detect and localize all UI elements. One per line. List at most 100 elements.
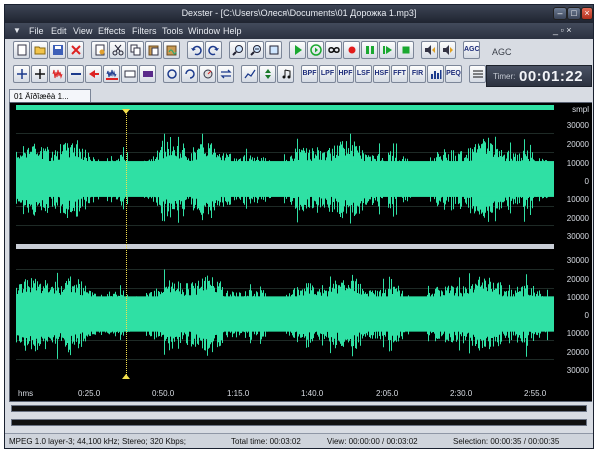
fx-6-button[interactable] <box>103 65 120 83</box>
menu-help[interactable]: Help <box>223 26 242 36</box>
fx-7-button[interactable] <box>121 65 138 83</box>
fx-15-button[interactable] <box>277 65 294 83</box>
play-button[interactable] <box>289 41 306 59</box>
copy-button[interactable] <box>127 41 144 59</box>
fx-9-button[interactable] <box>163 65 180 83</box>
loop-button[interactable] <box>325 41 342 59</box>
fx-13-button[interactable] <box>241 65 258 83</box>
fx-8-button[interactable] <box>139 65 156 83</box>
fir-button[interactable]: FIR <box>409 65 426 83</box>
channel-left[interactable] <box>16 115 554 243</box>
pause-button[interactable] <box>361 41 378 59</box>
record-button[interactable] <box>343 41 360 59</box>
fx-5-button[interactable] <box>85 65 102 83</box>
red-x-icon <box>71 45 81 55</box>
zoom-in-icon <box>232 45 243 56</box>
close-file-button[interactable] <box>67 41 84 59</box>
tick-l-4: 10000 <box>566 195 589 204</box>
stop-button[interactable] <box>397 41 414 59</box>
fx-16-button[interactable] <box>427 65 444 83</box>
vertical-zoom-track[interactable] <box>11 419 587 426</box>
cut-button[interactable] <box>109 41 126 59</box>
open-file-button[interactable] <box>31 41 48 59</box>
redo-button[interactable] <box>205 41 222 59</box>
hpf-button[interactable]: HPF <box>337 65 354 83</box>
hsf-button[interactable]: HSF <box>373 65 390 83</box>
play-selection-button[interactable] <box>379 41 396 59</box>
horizontal-scroll-track[interactable] <box>11 405 587 412</box>
fx-2-button[interactable] <box>31 65 48 83</box>
status-format: MPEG 1.0 layer-3; 44,100 kHz; Stereo; 32… <box>9 437 186 446</box>
fx-1-button[interactable] <box>13 65 30 83</box>
system-menu-icon[interactable]: ▼ <box>13 26 21 35</box>
menu-tools[interactable]: Tools <box>162 26 183 36</box>
agc-button[interactable]: AGC <box>463 41 480 59</box>
time-tick-0: 0:25.0 <box>78 389 101 398</box>
play-loop-button[interactable] <box>307 41 324 59</box>
menu-edit[interactable]: Edit <box>51 26 67 36</box>
paste-icon <box>148 45 159 56</box>
overview-bar[interactable] <box>16 105 554 110</box>
menu-window[interactable]: Window <box>188 26 220 36</box>
fx-17-button[interactable] <box>469 65 486 83</box>
fft-button[interactable]: FFT <box>391 65 408 83</box>
fx-4-button[interactable] <box>67 65 84 83</box>
undo-icon <box>191 45 202 56</box>
new-file-button[interactable] <box>13 41 30 59</box>
time-tick-5: 2:30.0 <box>450 389 473 398</box>
scissors-icon <box>112 44 124 56</box>
forward-button[interactable] <box>439 41 456 59</box>
paste-mix-icon <box>166 45 177 56</box>
effects-toolbar: BPF LPF HPF LSF HSF FFT FIR PEQ <box>9 65 486 85</box>
blue-wave-icon <box>106 69 118 80</box>
tab-document[interactable]: 01 Äîðîæêà 1... <box>9 89 91 103</box>
agc-icon: AGC <box>464 46 480 53</box>
channel-right[interactable] <box>16 251 554 377</box>
menu-file[interactable]: File <box>29 26 44 36</box>
time-ruler[interactable]: hms 0:25.0 0:50.0 1:15.0 1:40.0 2:05.0 2… <box>16 379 554 399</box>
title-bar[interactable]: Dexster - [C:\Users\Олеся\Documents\01 Д… <box>5 5 593 23</box>
zoom-out-button[interactable] <box>247 41 264 59</box>
note-icon <box>282 69 291 79</box>
amplitude-ruler: smpl 30000 20000 10000 0 10000 20000 300… <box>554 103 592 401</box>
peq-button[interactable]: PEQ <box>445 65 462 83</box>
bpf-button[interactable]: BPF <box>301 65 318 83</box>
properties-button[interactable] <box>91 41 108 59</box>
fx-11-button[interactable] <box>199 65 216 83</box>
menu-filters[interactable]: Filters <box>132 26 157 36</box>
fx-10-button[interactable] <box>181 65 198 83</box>
time-tick-1: 0:50.0 <box>152 389 175 398</box>
tick-r-1: 20000 <box>566 275 589 284</box>
lpf-button[interactable]: LPF <box>319 65 336 83</box>
play-cursor[interactable] <box>126 111 127 379</box>
zoom-full-button[interactable] <box>265 41 282 59</box>
menu-view[interactable]: View <box>73 26 92 36</box>
fx-12-button[interactable] <box>217 65 234 83</box>
fx-3-button[interactable] <box>49 65 66 83</box>
menu-effects[interactable]: Effects <box>98 26 125 36</box>
save-file-button[interactable] <box>49 41 66 59</box>
cursor-marker-top[interactable] <box>122 109 130 114</box>
rewind-button[interactable] <box>421 41 438 59</box>
close-button[interactable]: × <box>581 7 593 20</box>
fx-14-button[interactable] <box>259 65 276 83</box>
minimize-button[interactable]: – <box>553 7 567 20</box>
tick-l-2: 10000 <box>566 159 589 168</box>
zoom-in-button[interactable] <box>229 41 246 59</box>
tick-r-0: 30000 <box>566 256 589 265</box>
paste-button[interactable] <box>145 41 162 59</box>
play-icon <box>295 45 302 55</box>
time-tick-4: 2:05.0 <box>376 389 399 398</box>
undo-button[interactable] <box>187 41 204 59</box>
maximize-button[interactable]: □ <box>567 7 581 20</box>
tick-l-5: 20000 <box>566 214 589 223</box>
timer-display: Timer: 00:01:22 <box>486 65 592 87</box>
waveform-editor[interactable]: smpl 30000 20000 10000 0 10000 20000 300… <box>9 102 592 402</box>
mdi-controls[interactable]: _ ▫ × <box>553 25 571 35</box>
lsf-button[interactable]: LSF <box>355 65 372 83</box>
status-total-time: Total time: 00:03:02 <box>231 437 301 446</box>
cursor-marker-bottom[interactable] <box>122 374 130 379</box>
amplitude-unit: smpl <box>572 105 589 114</box>
mix-paste-button[interactable] <box>163 41 180 59</box>
doc-icon <box>95 44 105 56</box>
